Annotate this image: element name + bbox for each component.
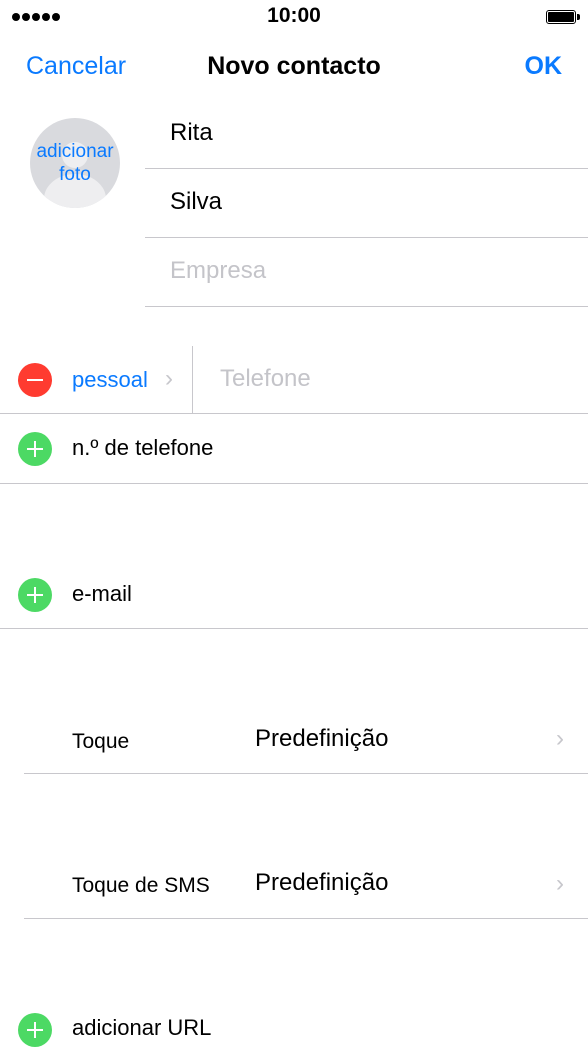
first-name-field[interactable]: Rita bbox=[170, 118, 213, 148]
separator bbox=[145, 306, 588, 307]
ok-button[interactable]: OK bbox=[525, 50, 563, 82]
sms-tone-value: Predefinição bbox=[255, 869, 389, 896]
ringtone-label: Toque bbox=[72, 730, 130, 753]
minus-icon bbox=[27, 379, 43, 381]
separator bbox=[0, 628, 588, 629]
chevron-right-icon: › bbox=[556, 870, 564, 897]
add-phone-label[interactable]: n.º de telefone bbox=[72, 434, 213, 462]
separator bbox=[145, 237, 588, 238]
add-email-button[interactable] bbox=[18, 578, 52, 612]
phone-number-field[interactable]: Telefone bbox=[220, 364, 311, 394]
company-field[interactable]: Empresa bbox=[170, 256, 266, 286]
separator bbox=[145, 168, 588, 169]
add-url-button[interactable] bbox=[18, 1013, 52, 1047]
separator bbox=[0, 413, 588, 414]
sms-tone-label: Toque de SMS bbox=[72, 874, 210, 897]
add-phone-button[interactable] bbox=[18, 432, 52, 466]
ringtone-value: Predefinição bbox=[255, 725, 389, 752]
chevron-right-icon: › bbox=[165, 365, 173, 392]
add-url-label[interactable]: adicionar URL bbox=[72, 1014, 211, 1042]
add-email-label[interactable]: e-mail bbox=[72, 580, 132, 608]
add-photo-label: adicionar foto bbox=[36, 141, 114, 185]
separator bbox=[24, 918, 588, 919]
add-photo-button[interactable]: adicionar foto bbox=[30, 118, 120, 208]
separator bbox=[0, 483, 588, 484]
vertical-separator bbox=[192, 346, 193, 414]
last-name-field[interactable]: Silva bbox=[170, 187, 222, 217]
page-title: Novo contacto bbox=[207, 52, 381, 80]
separator bbox=[24, 773, 588, 774]
remove-phone-button[interactable] bbox=[18, 363, 52, 397]
battery-icon bbox=[546, 10, 580, 24]
phone-type-label[interactable]: pessoal bbox=[72, 366, 148, 394]
status-time: 10:00 bbox=[267, 4, 321, 27]
chevron-right-icon: › bbox=[556, 725, 564, 752]
